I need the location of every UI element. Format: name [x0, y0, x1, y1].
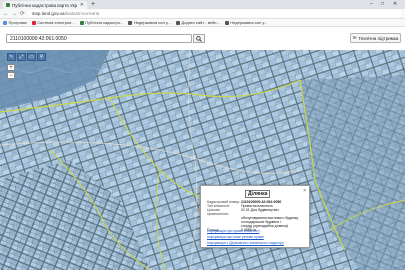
- browser-tab-bar: Публічна кадастрова карта Укр ✕ + – □ ✕: [0, 0, 405, 9]
- tech-support-button[interactable]: ✉ Технічна підтримка: [350, 33, 401, 43]
- layers-tool-button[interactable]: ▭: [27, 53, 36, 61]
- bookmarks-bar: Програми Система електрон... Публічна ка…: [0, 19, 405, 27]
- url-host: map.land.gov.ua: [31, 11, 65, 16]
- support-icon: ✉: [352, 35, 357, 40]
- popup-links: Інформація про право власності Інформаці…: [207, 228, 307, 246]
- address-bar-row: ← → ⟳ map.land.gov.ua /kadastrova-karta: [0, 9, 405, 19]
- zoom-in-button[interactable]: +: [7, 64, 15, 71]
- tech-support-label: Технічна підтримка: [358, 35, 399, 41]
- back-icon[interactable]: ←: [3, 11, 9, 17]
- bookmark-favicon-icon: [128, 20, 133, 25]
- new-tab-button[interactable]: +: [91, 1, 95, 8]
- attribute-row: Цільове призначення: 02.01 Для будівництв…: [207, 208, 280, 216]
- bookmark-item[interactable]: Недержавна сил у...: [128, 20, 171, 25]
- bookmark-favicon-icon: [175, 20, 180, 25]
- zoom-controls: + −: [7, 64, 15, 79]
- search-icon: [196, 35, 202, 42]
- bookmark-favicon-icon: [31, 20, 36, 25]
- forward-icon[interactable]: →: [12, 11, 18, 17]
- bookmark-favicon-icon: [224, 20, 229, 25]
- minimize-button[interactable]: –: [370, 1, 373, 7]
- parcel-info-popup: Ділянка × Кадастровий номер: 2110100000:4…: [196, 185, 310, 248]
- apps-icon: [3, 20, 7, 25]
- reload-icon[interactable]: ⟳: [20, 11, 25, 17]
- bookmark-item[interactable]: Додати сайт - вебп...: [175, 20, 220, 25]
- url-field[interactable]: map.land.gov.ua /kadastrova-karta: [27, 10, 402, 17]
- zoom-out-button[interactable]: −: [7, 72, 15, 79]
- site-favicon-icon: [6, 3, 10, 7]
- bookmark-item[interactable]: Система електрон...: [31, 20, 75, 25]
- url-path: /kadastrova-karta: [64, 11, 100, 16]
- tab-title: Публічна кадастрова карта Укр: [12, 2, 78, 8]
- bookmark-item[interactable]: Недержавна сил у...: [224, 20, 267, 25]
- bookmark-item[interactable]: Публічна кадастро...: [79, 20, 123, 25]
- popup-close-icon[interactable]: ×: [303, 188, 306, 194]
- pointer-tool-button[interactable]: ↖: [7, 53, 16, 61]
- cadastral-search-input[interactable]: 2110100000:42:061:0050: [6, 34, 192, 43]
- locate-tool-button[interactable]: ⚲: [37, 53, 46, 61]
- attribute-row: обслуговування житлового будинку, господ…: [241, 216, 299, 224]
- window-close-button[interactable]: ✕: [393, 1, 397, 7]
- cadastre-info-link[interactable]: Інформація з Державного земельного кадас…: [207, 240, 307, 246]
- app-header: 2110100000:42:061:0050 ✉ Технічна підтри…: [0, 28, 405, 50]
- popup-title: Ділянка: [245, 190, 271, 198]
- bookmark-item[interactable]: Програми: [3, 20, 27, 25]
- search-button[interactable]: [193, 34, 205, 43]
- popup-pointer: [196, 206, 201, 214]
- maximize-button[interactable]: □: [381, 1, 384, 7]
- fullscreen-tool-button[interactable]: ⤢: [17, 53, 26, 61]
- bookmark-favicon-icon: [79, 20, 84, 25]
- browser-tab[interactable]: Публічна кадастрова карта Укр ✕: [3, 1, 87, 9]
- map-toolbar: ↖ ⤢ ▭ ⚲: [7, 53, 46, 61]
- close-tab-icon[interactable]: ✕: [80, 2, 84, 8]
